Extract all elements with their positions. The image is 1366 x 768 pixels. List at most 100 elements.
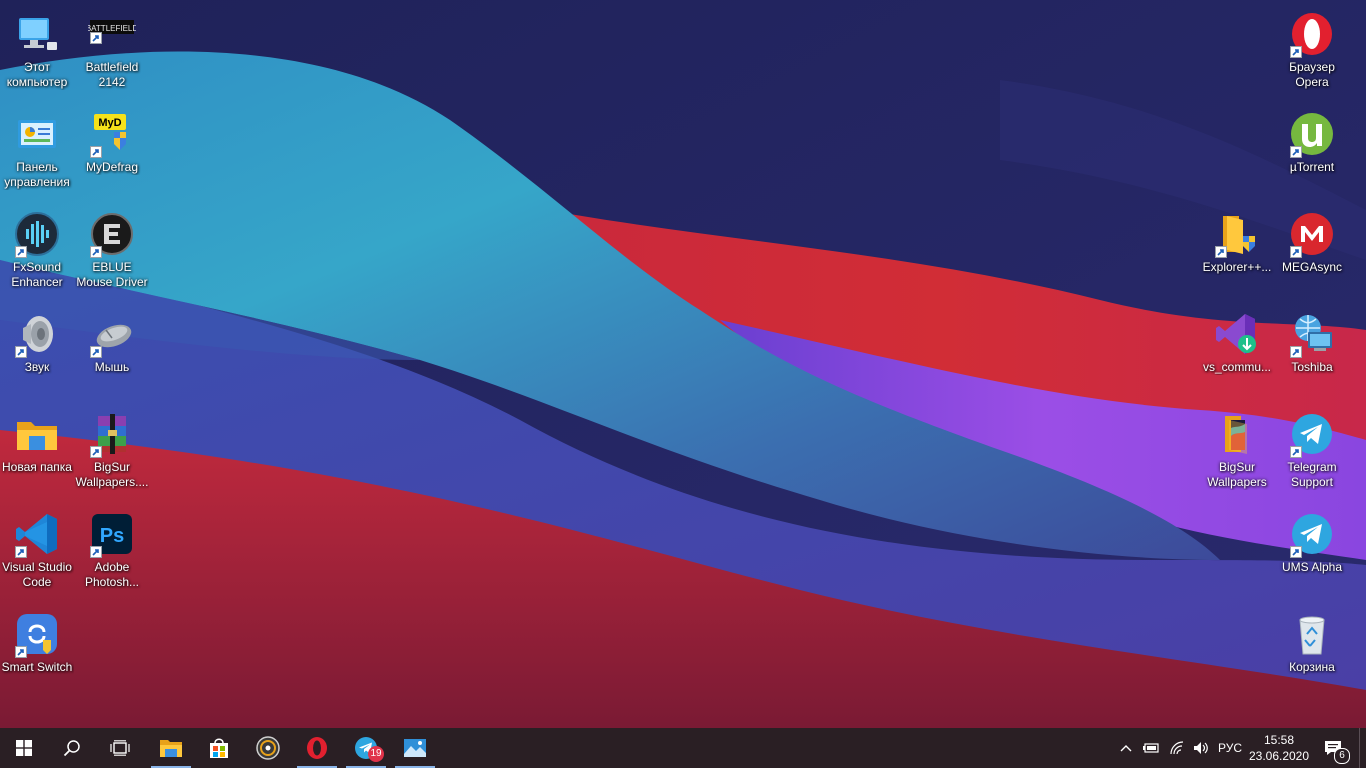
bigsur-folder[interactable]: BigSur Wallpapers (1200, 404, 1274, 500)
recycle-bin[interactable]: Корзина (1275, 604, 1349, 700)
new-folder[interactable]: Новая папка (0, 404, 74, 500)
vscode-icon (13, 510, 61, 558)
photoshop-shortcut[interactable]: Ps Adobe Photosh... (75, 504, 149, 600)
icon-label: Панель управления (4, 160, 70, 189)
network-button[interactable] (1166, 728, 1188, 768)
utorrent-icon (1288, 110, 1336, 158)
taskbar-media-player[interactable] (244, 728, 292, 768)
vscode-shortcut[interactable]: Visual Studio Code (0, 504, 74, 600)
recycle-bin-icon (1288, 610, 1336, 658)
opera-shortcut[interactable]: Браузер Opera (1275, 4, 1349, 100)
this-pc-icon-shortcut[interactable]: Этот компьютер (0, 4, 74, 100)
clock-date: 23.06.2020 (1248, 749, 1310, 763)
icon-label: Visual Studio Code (2, 560, 72, 589)
bigsur-rar-shortcut[interactable]: BigSur Wallpapers.... (75, 404, 149, 500)
icon-label: MyDefrag (85, 160, 138, 174)
icon-label: Новая папка (2, 460, 72, 474)
telegram-icon (1288, 510, 1336, 558)
computer-icon (13, 10, 61, 58)
search-icon (63, 740, 80, 757)
icon-label: EBLUE Mouse Driver (76, 260, 148, 289)
icon-label: Explorer++... (1202, 260, 1272, 274)
vs-community-installer[interactable]: vs_commu... (1200, 304, 1274, 400)
fxsound-shortcut[interactable]: FxSound Enhancer (0, 204, 74, 300)
desktop[interactable]: Этот компьютер Панель управления FxSound… (0, 0, 1366, 728)
clock[interactable]: 15:58 23.06.2020 (1244, 732, 1314, 764)
image-folder-icon (1213, 410, 1261, 458)
icon-label: Battlefield 2142 (85, 60, 139, 89)
taskbar-telegram[interactable]: 19 (342, 728, 390, 768)
shortcut-arrow-icon (1290, 46, 1302, 58)
icon-label: Toshiba (1291, 360, 1333, 374)
mydefrag-logo-text: MyD (98, 117, 121, 129)
mydefrag-icon: MyD (88, 110, 136, 158)
file-explorer-icon (160, 740, 182, 757)
search-button[interactable] (48, 728, 96, 768)
sound-shortcut[interactable]: Звук (0, 304, 74, 400)
mouse-shortcut[interactable]: Мышь (75, 304, 149, 400)
shortcut-arrow-icon (1215, 246, 1227, 258)
photoshop-logo-text: Ps (100, 525, 124, 547)
taskbar-opera[interactable] (293, 728, 341, 768)
icon-label: Telegram Support (1287, 460, 1337, 489)
folder-shield-icon (1213, 210, 1261, 258)
control-panel-shortcut[interactable]: Панель управления (0, 104, 74, 200)
icon-label: Корзина (1289, 660, 1335, 674)
mouse-icon (88, 310, 136, 358)
icon-label: BigSur Wallpapers (1207, 460, 1267, 489)
media-player-icon (256, 736, 280, 760)
taskbar: 19 РУС 15:58 23.06.2020 6 (0, 728, 1366, 768)
volume-button[interactable] (1190, 728, 1212, 768)
windows-start-icon (16, 740, 32, 756)
input-language-button[interactable]: РУС (1214, 728, 1246, 768)
control-panel-icon (13, 110, 61, 158)
task-view-button[interactable] (96, 728, 144, 768)
visual-studio-icon (1213, 310, 1261, 358)
chevron-up-icon (1120, 745, 1132, 752)
smart-switch-shortcut[interactable]: Smart Switch (0, 604, 74, 700)
battlefield-shortcut[interactable]: BATTLEFIELD Battlefield 2142 (75, 4, 149, 100)
shortcut-arrow-icon (1290, 446, 1302, 458)
taskbar-photos[interactable] (391, 728, 439, 768)
toshiba-shortcut[interactable]: Toshiba (1275, 304, 1349, 400)
explorerpp-shortcut[interactable]: Explorer++... (1200, 204, 1274, 300)
photoshop-icon: Ps (88, 510, 136, 558)
smart-switch-icon (13, 610, 61, 658)
photos-icon (404, 739, 426, 757)
icon-label: Smart Switch (1, 660, 73, 674)
opera-icon (307, 737, 327, 759)
shortcut-arrow-icon (90, 246, 102, 258)
ums-alpha-shortcut[interactable]: UMS Alpha (1275, 504, 1349, 600)
show-desktop-button[interactable] (1359, 728, 1366, 768)
icon-label: MEGAsync (1281, 260, 1342, 274)
utorrent-shortcut[interactable]: µTorrent (1275, 104, 1349, 200)
icon-label: Adobe Photosh... (84, 560, 140, 589)
mydefrag-shortcut[interactable]: MyD MyDefrag (75, 104, 149, 200)
icon-label: Этот компьютер (6, 60, 68, 89)
language-indicator: РУС (1217, 741, 1243, 755)
icon-label: Браузер Opera (1289, 60, 1335, 89)
telegram-icon (1288, 410, 1336, 458)
megasync-shortcut[interactable]: MEGAsync (1275, 204, 1349, 300)
opera-icon (1288, 10, 1336, 58)
battery-button[interactable] (1140, 728, 1162, 768)
battery-icon (1143, 743, 1159, 753)
start-button[interactable] (0, 728, 48, 768)
icon-label: FxSound Enhancer (11, 260, 63, 289)
speaker-icon (13, 310, 61, 358)
volume-icon (1194, 742, 1208, 754)
shortcut-arrow-icon (90, 32, 102, 44)
fxsound-icon (13, 210, 61, 258)
show-hidden-icons-button[interactable] (1116, 728, 1136, 768)
eblue-shortcut[interactable]: EBLUE Mouse Driver (75, 204, 149, 300)
taskbar-store[interactable] (195, 728, 243, 768)
icon-label: Мышь (94, 360, 130, 374)
battlefield-icon: BATTLEFIELD (88, 10, 136, 58)
shortcut-arrow-icon (1290, 346, 1302, 358)
notification-count-badge: 6 (1334, 748, 1350, 764)
taskbar-file-explorer[interactable] (147, 728, 195, 768)
telegram-support-shortcut[interactable]: Telegram Support (1275, 404, 1349, 500)
winrar-icon (88, 410, 136, 458)
wallpaper (0, 0, 1366, 728)
shortcut-arrow-icon (1290, 546, 1302, 558)
